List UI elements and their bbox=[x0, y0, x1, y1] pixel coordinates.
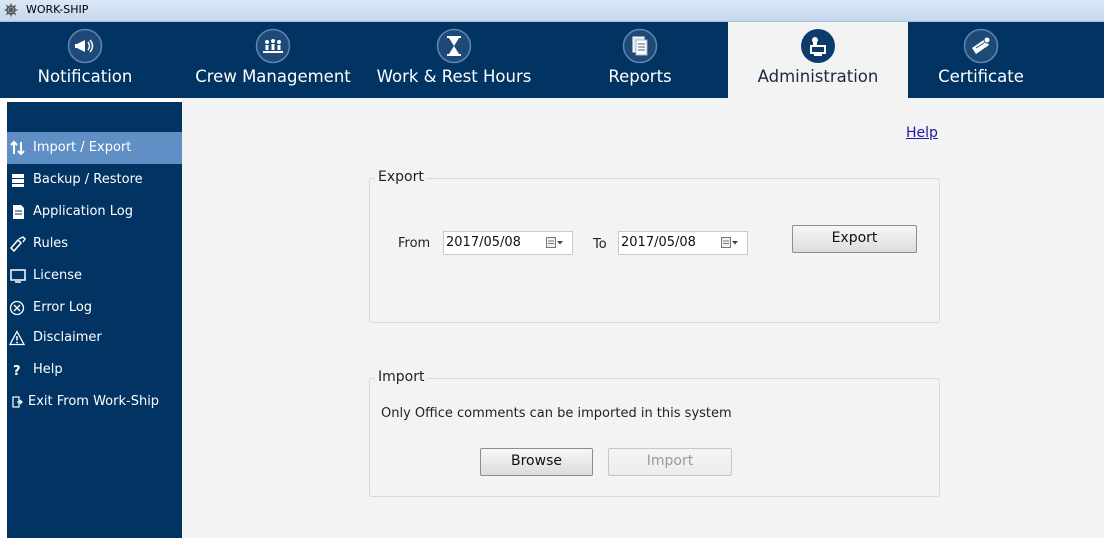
sidebar-item-label: Disclaimer bbox=[33, 330, 102, 345]
browse-button[interactable]: Browse bbox=[480, 448, 593, 476]
top-navigation: Notification Crew Management Work & Rest… bbox=[0, 22, 1104, 98]
warning-triangle-icon bbox=[9, 330, 26, 346]
hourglass-icon bbox=[436, 28, 472, 64]
question-icon: ? bbox=[13, 364, 21, 378]
import-group-title: Import bbox=[375, 369, 428, 385]
monitor-icon bbox=[10, 269, 26, 283]
tab-label: Crew Management bbox=[195, 67, 351, 86]
log-document-icon bbox=[13, 205, 24, 219]
tab-label: Notification bbox=[37, 67, 133, 86]
sidebar-item-import-export[interactable]: Import / Export bbox=[7, 132, 182, 164]
sidebar-item-backup-restore[interactable]: Backup / Restore bbox=[7, 164, 182, 196]
sidebar-item-label: Help bbox=[33, 362, 63, 377]
sidebar-item-label: Exit From Work-Ship bbox=[28, 394, 160, 409]
up-down-arrows-icon bbox=[10, 140, 25, 156]
tab-reports[interactable]: Reports bbox=[550, 22, 730, 98]
sidebar-item-exit[interactable]: Exit From Work-Ship bbox=[7, 386, 182, 418]
sidebar-item-label: Import / Export bbox=[33, 140, 132, 155]
main-content: Help Export From 2017/05/08 To 2017/05/0… bbox=[182, 98, 1104, 538]
to-label: To bbox=[593, 237, 607, 252]
ship-wheel-icon bbox=[4, 3, 18, 17]
tab-work-rest-hours[interactable]: Work & Rest Hours bbox=[364, 22, 544, 98]
sidebar-item-label: Backup / Restore bbox=[33, 172, 143, 187]
import-note: Only Office comments can be imported in … bbox=[381, 406, 732, 421]
exit-icon bbox=[12, 396, 23, 408]
svg-text:?: ? bbox=[13, 364, 21, 378]
crew-icon bbox=[255, 28, 291, 64]
admin-computer-icon bbox=[801, 29, 835, 63]
help-link[interactable]: Help bbox=[906, 125, 938, 141]
export-group: Export From 2017/05/08 To 2017/05/08 Exp… bbox=[369, 169, 940, 323]
sidebar-edge bbox=[0, 98, 7, 538]
documents-icon bbox=[622, 28, 658, 64]
window-title: WORK-SHIP bbox=[26, 3, 89, 16]
tab-label: Certificate bbox=[938, 67, 1024, 86]
to-date-picker[interactable]: 2017/05/08 bbox=[618, 231, 748, 255]
export-button[interactable]: Export bbox=[792, 225, 917, 253]
from-label: From bbox=[398, 236, 431, 251]
database-icon bbox=[12, 174, 24, 187]
megaphone-icon bbox=[67, 28, 103, 64]
tab-label: Work & Rest Hours bbox=[376, 67, 532, 86]
tab-label: Reports bbox=[608, 67, 672, 86]
tab-crew-management[interactable]: Crew Management bbox=[183, 22, 363, 98]
error-circle-icon bbox=[9, 300, 25, 316]
tab-notification[interactable]: Notification bbox=[0, 22, 170, 98]
sidebar-item-error-log[interactable]: Error Log bbox=[7, 292, 182, 324]
tab-certificate[interactable]: Certificate bbox=[908, 22, 1054, 98]
to-date-value: 2017/05/08 bbox=[621, 235, 696, 250]
sidebar-item-rules[interactable]: Rules bbox=[7, 228, 182, 260]
sidebar-item-license[interactable]: License bbox=[7, 260, 182, 292]
tab-administration[interactable]: Administration bbox=[728, 22, 908, 98]
sidebar-item-application-log[interactable]: Application Log bbox=[7, 196, 182, 228]
sidebar-item-disclaimer[interactable]: Disclaimer bbox=[7, 322, 182, 354]
from-date-picker[interactable]: 2017/05/08 bbox=[443, 231, 573, 255]
tab-label: Administration bbox=[757, 67, 879, 86]
sidebar-item-label: Rules bbox=[33, 236, 69, 251]
sidebar-item-label: Application Log bbox=[33, 204, 133, 219]
title-bar: WORK-SHIP bbox=[0, 0, 1104, 22]
rules-icon bbox=[9, 236, 26, 252]
sidebar-item-label: License bbox=[33, 268, 83, 283]
calendar-dropdown-icon[interactable] bbox=[546, 237, 564, 249]
calendar-dropdown-icon[interactable] bbox=[721, 237, 739, 249]
sidebar: Import / Export Backup / Restore Applica… bbox=[7, 102, 182, 538]
from-date-value: 2017/05/08 bbox=[446, 235, 521, 250]
import-group: Import Only Office comments can be impor… bbox=[369, 369, 940, 497]
import-button[interactable]: Import bbox=[608, 448, 732, 476]
certificate-icon bbox=[963, 28, 999, 64]
export-group-title: Export bbox=[375, 169, 427, 185]
sidebar-item-label: Error Log bbox=[33, 300, 93, 315]
sidebar-item-help[interactable]: ? Help bbox=[7, 354, 182, 386]
